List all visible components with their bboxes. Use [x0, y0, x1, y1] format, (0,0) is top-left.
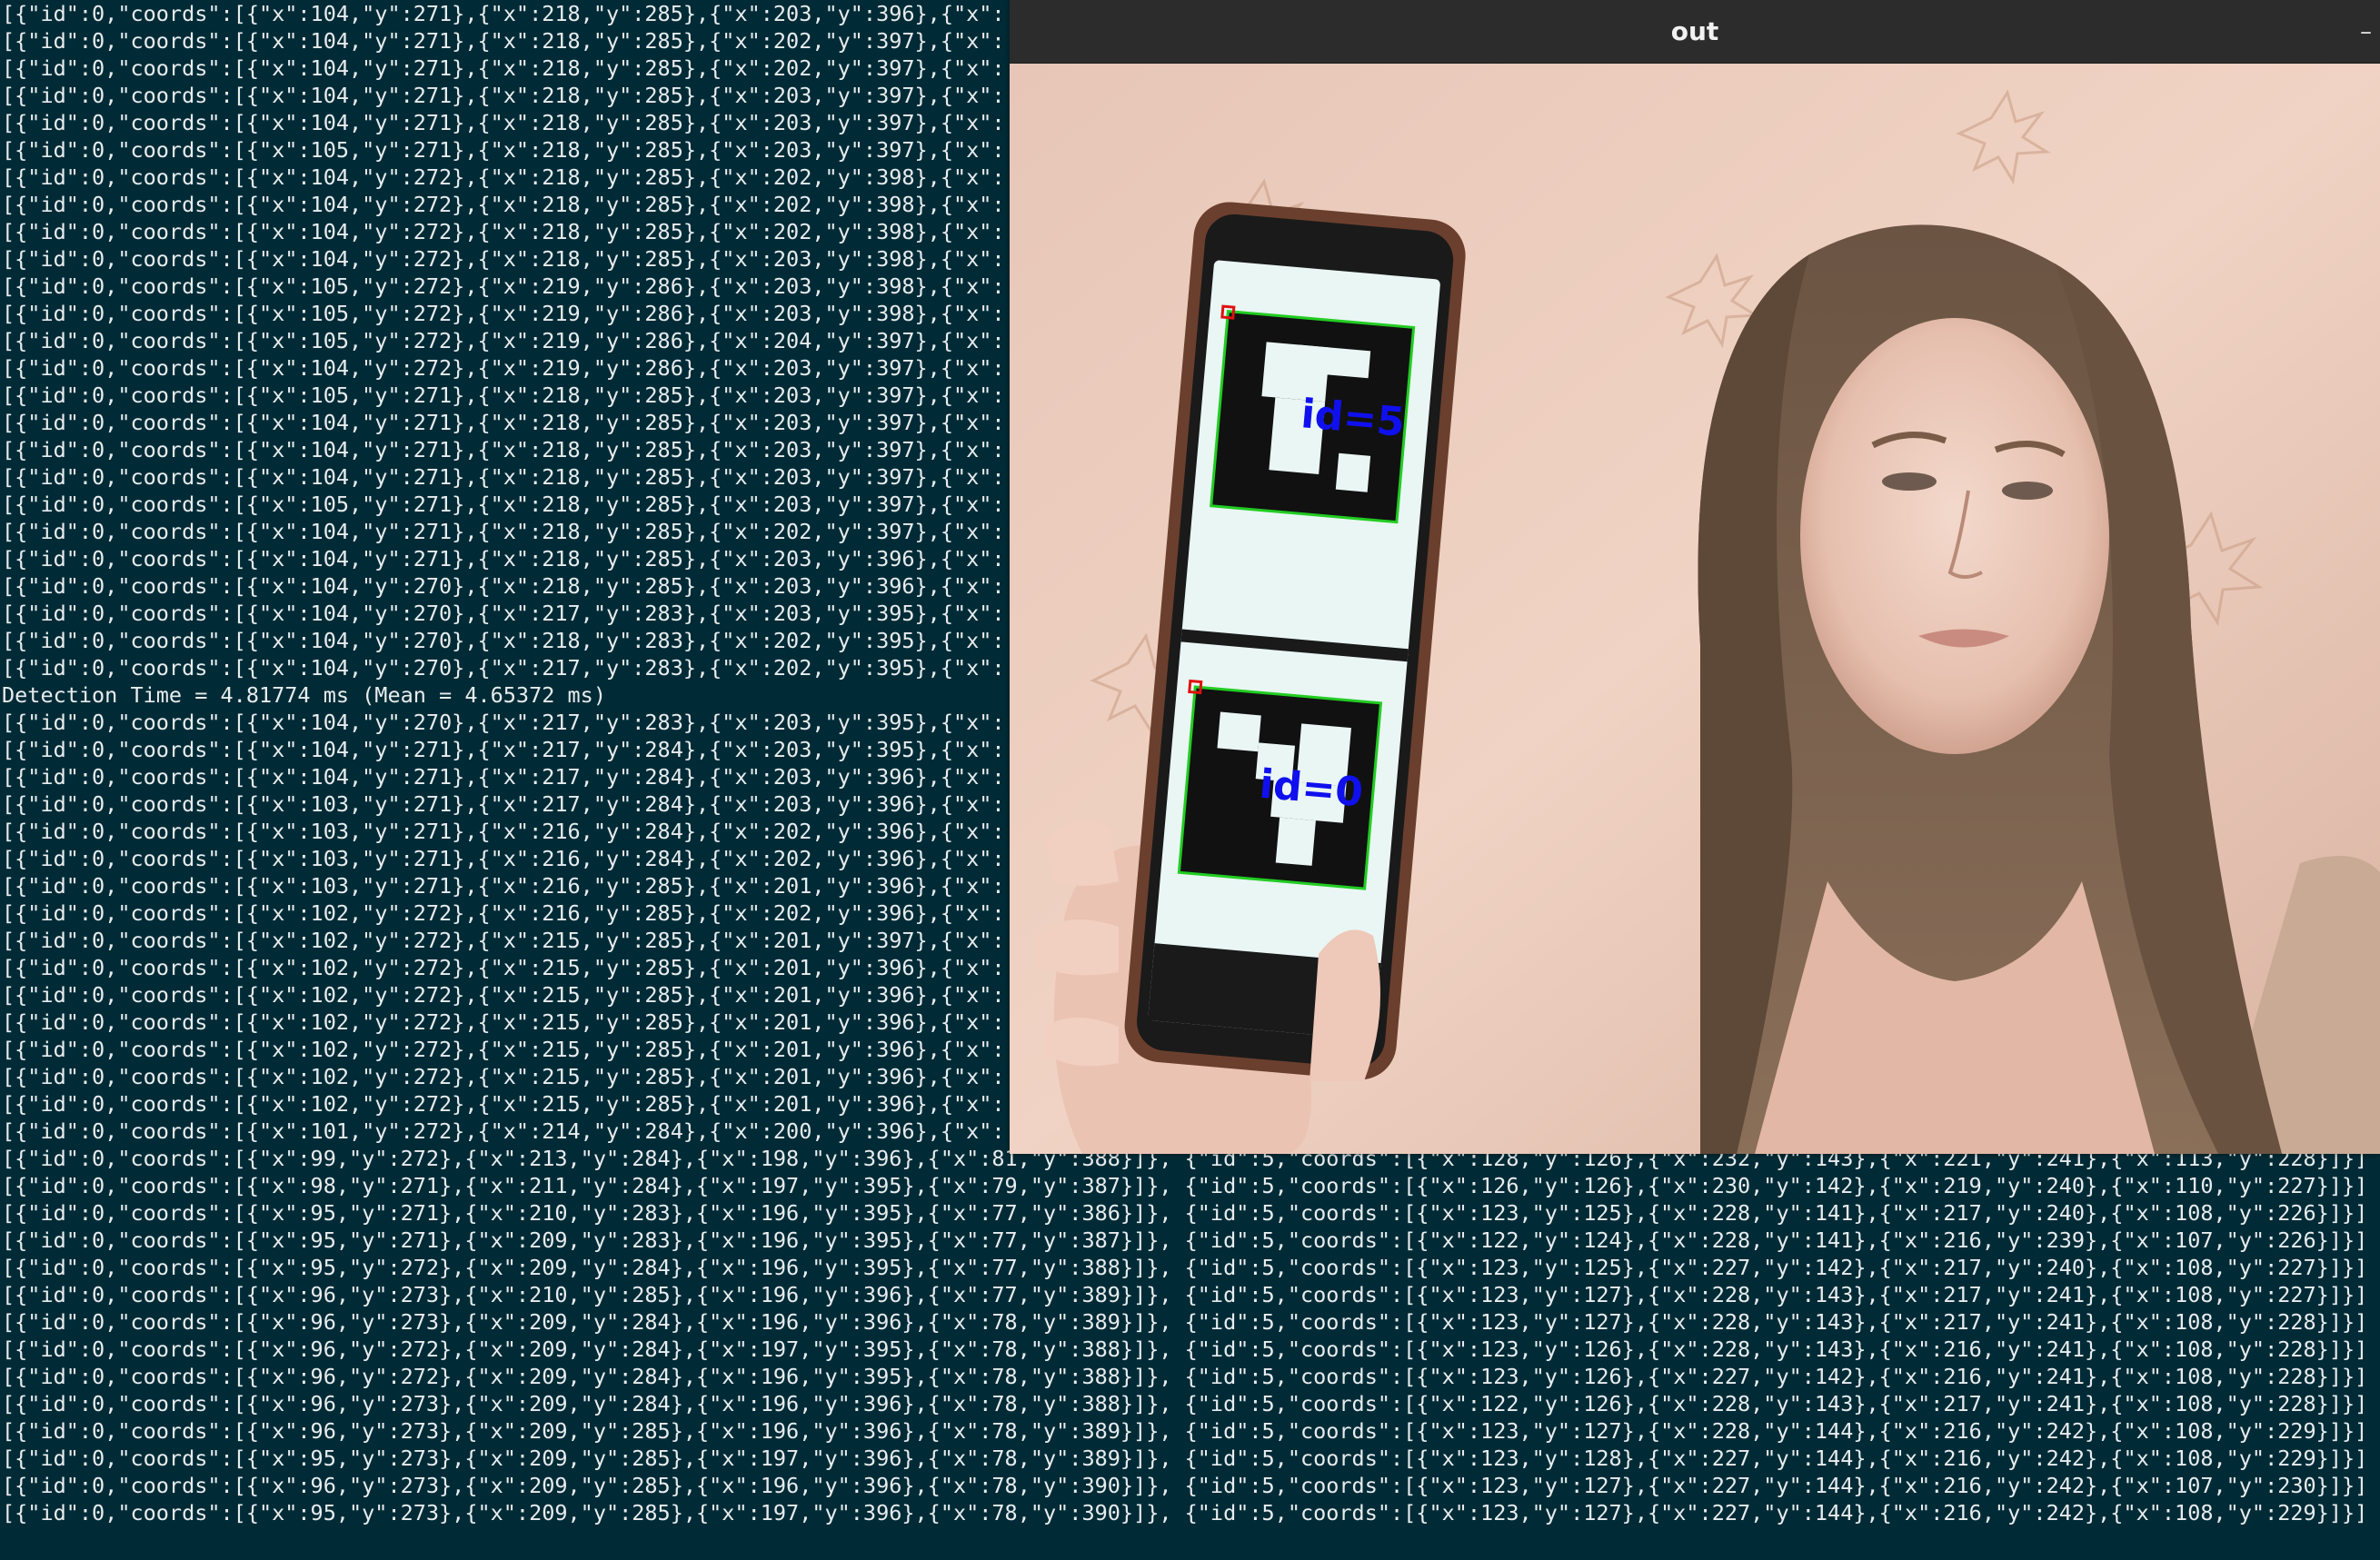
- terminal-line: [{"id":0,"coords":[{"x":96,"y":273},{"x"…: [2, 1309, 2368, 1335]
- terminal-line: [{"id":0,"coords":[{"x":95,"y":271},{"x"…: [2, 1200, 2368, 1226]
- terminal-line: [{"id":0,"coords":[{"x":96,"y":273},{"x"…: [2, 1391, 2368, 1416]
- terminal-line: [{"id":0,"coords":[{"x":95,"y":271},{"x"…: [2, 1227, 2368, 1253]
- aruco-marker-5: id=5: [1210, 304, 1416, 524]
- thumb: [1309, 929, 1380, 1081]
- camera-frame: id=5 id=0: [1010, 64, 2380, 1154]
- terminal-line: [{"id":0,"coords":[{"x":95,"y":273},{"x"…: [2, 1446, 2368, 1471]
- terminal-line: [{"id":0,"coords":[{"x":95,"y":273},{"x"…: [2, 1500, 2368, 1525]
- terminal-line: [{"id":0,"coords":[{"x":98,"y":271},{"x"…: [2, 1173, 2368, 1198]
- left-eye: [1882, 472, 1937, 491]
- right-eye: [2002, 482, 2053, 500]
- face: [1800, 318, 2109, 754]
- terminal-line: [{"id":0,"coords":[{"x":96,"y":273},{"x"…: [2, 1418, 2368, 1444]
- camera-image: id=5 id=0: [1010, 64, 2380, 1154]
- window-title: out: [1670, 16, 1719, 46]
- terminal-line: [{"id":0,"coords":[{"x":96,"y":272},{"x"…: [2, 1364, 2368, 1389]
- fingers: [1037, 820, 1119, 1067]
- marker-label-bottom: id=0: [1258, 761, 1365, 817]
- marker-label-top: id=5: [1300, 391, 1407, 446]
- aruco-marker-0: id=0: [1177, 679, 1383, 890]
- minimize-icon[interactable]: –: [2360, 20, 2380, 44]
- window-titlebar[interactable]: out –: [1010, 0, 2380, 64]
- terminal-line: [{"id":0,"coords":[{"x":95,"y":272},{"x"…: [2, 1255, 2368, 1280]
- terminal-line: [{"id":0,"coords":[{"x":96,"y":273},{"x"…: [2, 1473, 2368, 1498]
- opencv-window[interactable]: out – id=5 id=0: [1010, 0, 2380, 1154]
- terminal-line: [{"id":0,"coords":[{"x":96,"y":273},{"x"…: [2, 1282, 2368, 1307]
- terminal-line: [{"id":0,"coords":[{"x":96,"y":272},{"x"…: [2, 1336, 2368, 1362]
